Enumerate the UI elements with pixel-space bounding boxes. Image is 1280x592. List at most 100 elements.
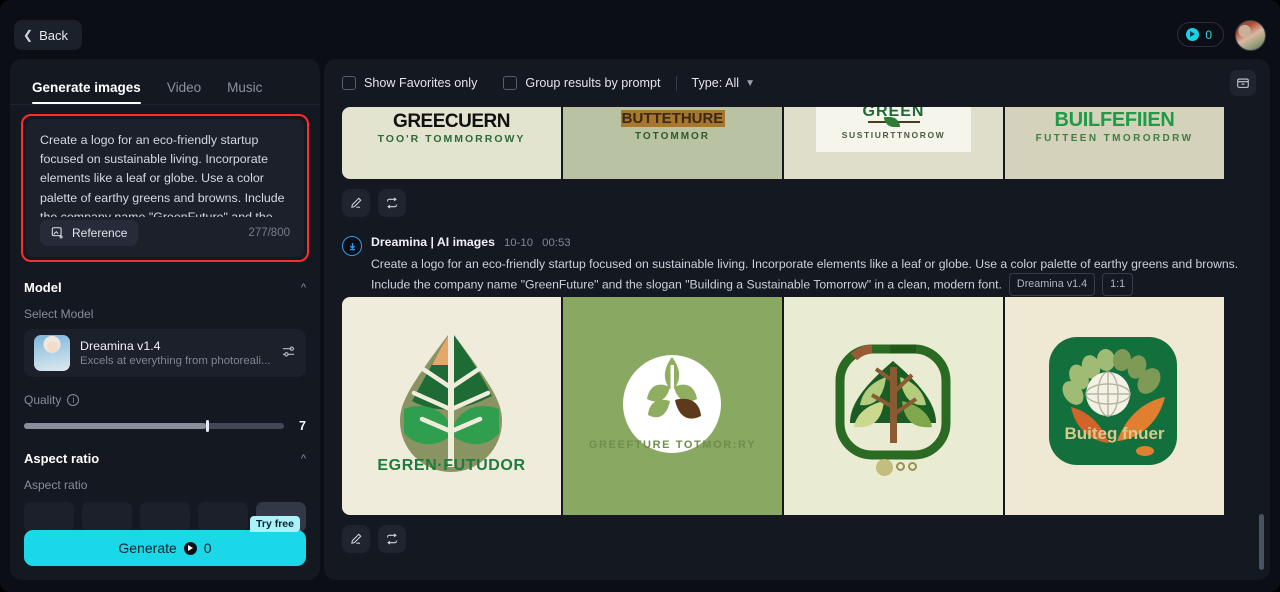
aspect-ratio-option-3[interactable] bbox=[140, 502, 190, 532]
image-subtitle: SUSTIURTTNOROW bbox=[841, 130, 946, 140]
generated-image[interactable]: GREECUERN TOO'R TOMMORROWY bbox=[342, 107, 561, 179]
panel-tabs: Generate images Video Music bbox=[10, 59, 320, 105]
aspect-ratio-label: Aspect ratio bbox=[24, 478, 88, 492]
info-icon[interactable]: i bbox=[67, 394, 80, 406]
result-prompt: Create a logo for an eco-friendly startu… bbox=[371, 254, 1251, 297]
model-thumbnail bbox=[34, 335, 70, 371]
regenerate-button[interactable] bbox=[378, 524, 406, 553]
generated-image[interactable]: Buiteg fnuer bbox=[1005, 296, 1224, 515]
logo-art-globe-leaves bbox=[1049, 336, 1177, 465]
generated-image[interactable]: GREEFTURE TOTMOR:RY bbox=[563, 296, 782, 515]
chevron-left-icon: ❮ bbox=[23, 28, 34, 42]
generated-image[interactable]: BUTTETHURE TOTOMMOR bbox=[563, 107, 782, 179]
try-free-badge: Try free bbox=[250, 516, 300, 532]
chevron-up-icon[interactable]: ^ bbox=[301, 453, 306, 465]
generated-image[interactable]: EGREN·FUTUDOR bbox=[342, 296, 561, 515]
result-meta: Dreamina | AI images 10-10 00:53 Create … bbox=[371, 235, 1252, 297]
aspect-section-title: Aspect ratio bbox=[24, 451, 100, 466]
main-panel: Show Favorites only Group results by pro… bbox=[324, 59, 1270, 580]
model-section-header[interactable]: Model ^ bbox=[10, 280, 320, 295]
results-scroll-area[interactable]: GREECUERN TOO'R TOMMORROWY BUTTETHURE TO… bbox=[324, 107, 1270, 580]
image-subtitle: FUTTEEN TMORORDRW bbox=[1035, 133, 1194, 144]
divider bbox=[675, 75, 677, 91]
credits-value: 0 bbox=[1205, 27, 1212, 42]
generate-button-label: Generate bbox=[118, 540, 177, 556]
prompt-input[interactable]: Create a logo for an eco-friendly startu… bbox=[40, 131, 290, 217]
type-dropdown[interactable]: Type: All ▼ bbox=[692, 76, 756, 90]
download-circle-icon bbox=[342, 236, 362, 256]
quality-row: Quality i bbox=[10, 393, 320, 407]
quality-value: 7 bbox=[299, 419, 306, 433]
aspect-ratio-option-4[interactable] bbox=[198, 502, 248, 532]
tab-generate-images-label: Generate images bbox=[32, 80, 141, 95]
tab-music-label: Music bbox=[227, 80, 263, 95]
edit-button[interactable] bbox=[342, 189, 370, 217]
logo-art-circle-sprout bbox=[623, 354, 721, 453]
left-panel: Generate images Video Music Create a log… bbox=[10, 59, 320, 580]
quality-label: Quality bbox=[24, 393, 62, 407]
generate-cost: 0 bbox=[203, 540, 212, 556]
tab-video[interactable]: Video bbox=[167, 80, 201, 104]
group-filter[interactable]: Group results by prompt bbox=[503, 76, 661, 90]
result-header: Dreamina | AI images 10-10 00:53 Create … bbox=[342, 235, 1252, 297]
image-plus-icon bbox=[51, 227, 63, 239]
logo-art-leaf-teardrop bbox=[400, 330, 502, 472]
chevron-up-icon[interactable]: ^ bbox=[301, 282, 306, 294]
previous-result-images: GREECUERN TOO'R TOMMORROWY BUTTETHURE TO… bbox=[342, 107, 1252, 179]
regenerate-icon bbox=[387, 533, 397, 545]
coin-icon bbox=[1186, 28, 1200, 41]
pencil-edit-icon bbox=[351, 197, 362, 208]
reference-button[interactable]: Reference bbox=[40, 220, 139, 246]
favorites-filter[interactable]: Show Favorites only bbox=[342, 76, 477, 90]
regenerate-button[interactable] bbox=[378, 189, 406, 217]
archive-folder-icon bbox=[1237, 78, 1249, 88]
sliders-icon[interactable] bbox=[281, 344, 296, 362]
type-dropdown-label: Type: All bbox=[691, 76, 740, 90]
app-root: ❮ Back 0 Generate images Video Music Cre… bbox=[0, 0, 1280, 592]
favorites-checkbox[interactable] bbox=[342, 76, 356, 90]
prompt-box[interactable]: Create a logo for an eco-friendly startu… bbox=[26, 119, 304, 257]
image-title: EGREN·FUTUDOR bbox=[377, 456, 526, 474]
group-checkbox[interactable] bbox=[503, 76, 518, 90]
aspect-ratio-option-1[interactable] bbox=[24, 502, 74, 532]
tab-generate-images[interactable]: Generate images bbox=[32, 80, 141, 104]
credits-badge[interactable]: 0 bbox=[1177, 22, 1224, 47]
back-button[interactable]: ❮ Back bbox=[14, 20, 82, 50]
prompt-highlight-frame: Create a logo for an eco-friendly startu… bbox=[21, 114, 309, 262]
aspect-section-header[interactable]: Aspect ratio ^ bbox=[10, 451, 320, 466]
back-button-label: Back bbox=[39, 27, 68, 43]
avatar[interactable] bbox=[1235, 20, 1266, 51]
generate-button[interactable]: Generate 0 Try free bbox=[24, 516, 306, 566]
quality-slider-knob[interactable] bbox=[206, 420, 209, 432]
generated-image[interactable]: BUILFEFIIEN FUTTEEN TMORORDRW bbox=[1005, 107, 1224, 179]
logo-art-tree-frame bbox=[835, 344, 951, 460]
model-info: Dreamina v1.4 Excels at everything from … bbox=[80, 339, 271, 367]
archive-folder-button[interactable] bbox=[1230, 70, 1256, 96]
current-result-actions bbox=[342, 524, 1252, 553]
model-description: Excels at everything from photoreali... bbox=[80, 355, 271, 367]
model-card[interactable]: Dreamina v1.4 Excels at everything from … bbox=[24, 329, 306, 377]
image-title: Buiteg fnuer bbox=[1064, 423, 1165, 443]
edit-button[interactable] bbox=[342, 524, 370, 553]
image-subtitle: TOTOMMOR bbox=[634, 131, 711, 142]
pencil-edit-icon bbox=[351, 533, 362, 544]
result-time: 00:53 bbox=[542, 237, 571, 249]
image-subtitle: TOO'R TOMMORROWY bbox=[377, 133, 526, 145]
image-title: GREECUERN bbox=[393, 111, 510, 132]
quality-slider-row: 7 bbox=[10, 419, 320, 433]
vertical-scrollbar[interactable] bbox=[1259, 514, 1264, 570]
chevron-down-icon: ▼ bbox=[745, 77, 756, 89]
result-date: 10-10 bbox=[503, 237, 534, 249]
tab-music[interactable]: Music bbox=[227, 80, 262, 104]
reference-button-label: Reference bbox=[72, 226, 128, 240]
current-result-images: EGREN·FUTUDOR GREEFTURE TOTMOR:RY Buiteg… bbox=[342, 296, 1252, 515]
generated-image[interactable]: GREEN SUSTIURTTNOROW bbox=[784, 107, 1003, 179]
regenerate-icon bbox=[387, 197, 397, 209]
model-name: Dreamina v1.4 bbox=[80, 339, 161, 353]
coin-icon bbox=[183, 541, 197, 555]
image-title: GREEFTURE TOTMOR:RY bbox=[588, 438, 757, 451]
image-title: BUILFEFIIEN bbox=[1054, 109, 1175, 131]
aspect-ratio-option-2[interactable] bbox=[82, 502, 132, 532]
generated-image[interactable] bbox=[784, 296, 1003, 515]
quality-slider[interactable] bbox=[24, 420, 284, 432]
